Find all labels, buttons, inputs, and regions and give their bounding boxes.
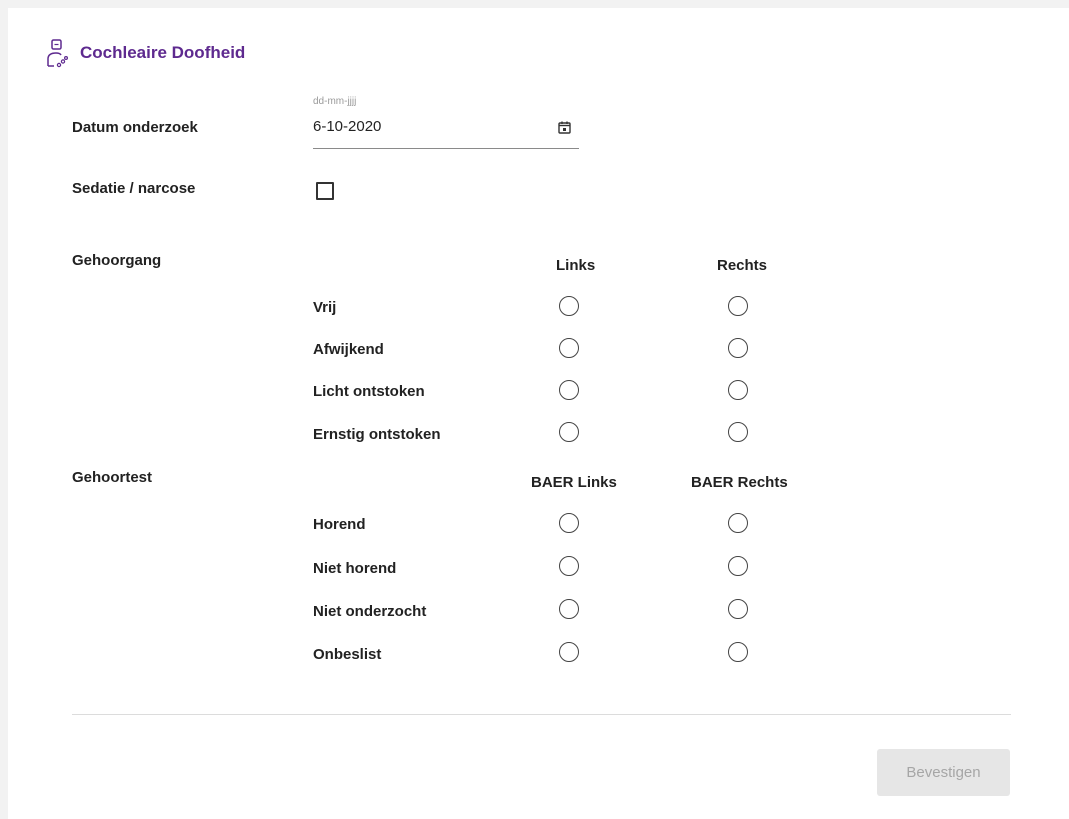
radio-gehoortest-onbeslist-rechts[interactable]	[728, 642, 748, 662]
sedation-label: Sedatie / narcose	[72, 180, 196, 197]
date-value[interactable]: 6-10-2020	[313, 118, 381, 135]
gehoorgang-row-label: Vrij	[313, 299, 337, 316]
gehoortest-col-left: BAER Links	[531, 474, 617, 491]
page-title: Cochleaire Doofheid	[80, 43, 246, 62]
radio-gehoortest-onbeslist-links[interactable]	[559, 642, 579, 662]
form-header: Cochleaire Doofheid	[46, 38, 245, 68]
radio-gehoorgang-ernstig-rechts[interactable]	[728, 422, 748, 442]
divider	[72, 714, 1011, 715]
radio-gehoorgang-licht-rechts[interactable]	[728, 380, 748, 400]
radio-gehoortest-niet-onderzocht-rechts[interactable]	[728, 599, 748, 619]
calendar-icon[interactable]	[558, 121, 571, 139]
radio-gehoorgang-afwijkend-links[interactable]	[559, 338, 579, 358]
date-field[interactable]: dd-mm-jjjj 6-10-2020	[313, 96, 579, 149]
gehoortest-row-label: Onbeslist	[313, 646, 382, 663]
radio-gehoorgang-licht-links[interactable]	[559, 380, 579, 400]
date-label: Datum onderzoek	[72, 119, 198, 136]
radio-gehoortest-horend-rechts[interactable]	[728, 513, 748, 533]
gehoortest-row-label: Niet onderzocht	[313, 603, 427, 620]
gehoortest-row-label: Horend	[313, 516, 366, 533]
radio-gehoortest-horend-links[interactable]	[559, 513, 579, 533]
radio-gehoorgang-afwijkend-rechts[interactable]	[728, 338, 748, 358]
date-placeholder: dd-mm-jjjj	[313, 96, 357, 107]
radio-gehoorgang-vrij-links[interactable]	[559, 296, 579, 316]
gehoorgang-row-label: Afwijkend	[313, 341, 384, 358]
gehoorgang-col-left: Links	[556, 257, 596, 274]
gehoorgang-title: Gehoorgang	[72, 252, 162, 269]
confirm-button[interactable]: Bevestigen	[877, 749, 1010, 796]
gehoorgang-row-label: Licht ontstoken	[313, 383, 425, 400]
radio-gehoortest-niet-horend-rechts[interactable]	[728, 556, 748, 576]
form-card: Cochleaire Doofheid Datum onderzoek dd-m…	[8, 8, 1069, 819]
radio-gehoorgang-ernstig-links[interactable]	[559, 422, 579, 442]
radio-gehoorgang-vrij-rechts[interactable]	[728, 296, 748, 316]
gehoorgang-col-right: Rechts	[717, 257, 768, 274]
gehoortest-row-label: Niet horend	[313, 560, 397, 577]
doctor-icon	[46, 38, 68, 68]
gehoortest-title: Gehoortest	[72, 469, 153, 486]
radio-gehoortest-niet-onderzocht-links[interactable]	[559, 599, 579, 619]
gehoorgang-row-label: Ernstig ontstoken	[313, 426, 441, 443]
radio-gehoortest-niet-horend-links[interactable]	[559, 556, 579, 576]
gehoortest-col-right: BAER Rechts	[691, 474, 788, 491]
sedation-checkbox[interactable]	[316, 182, 334, 200]
